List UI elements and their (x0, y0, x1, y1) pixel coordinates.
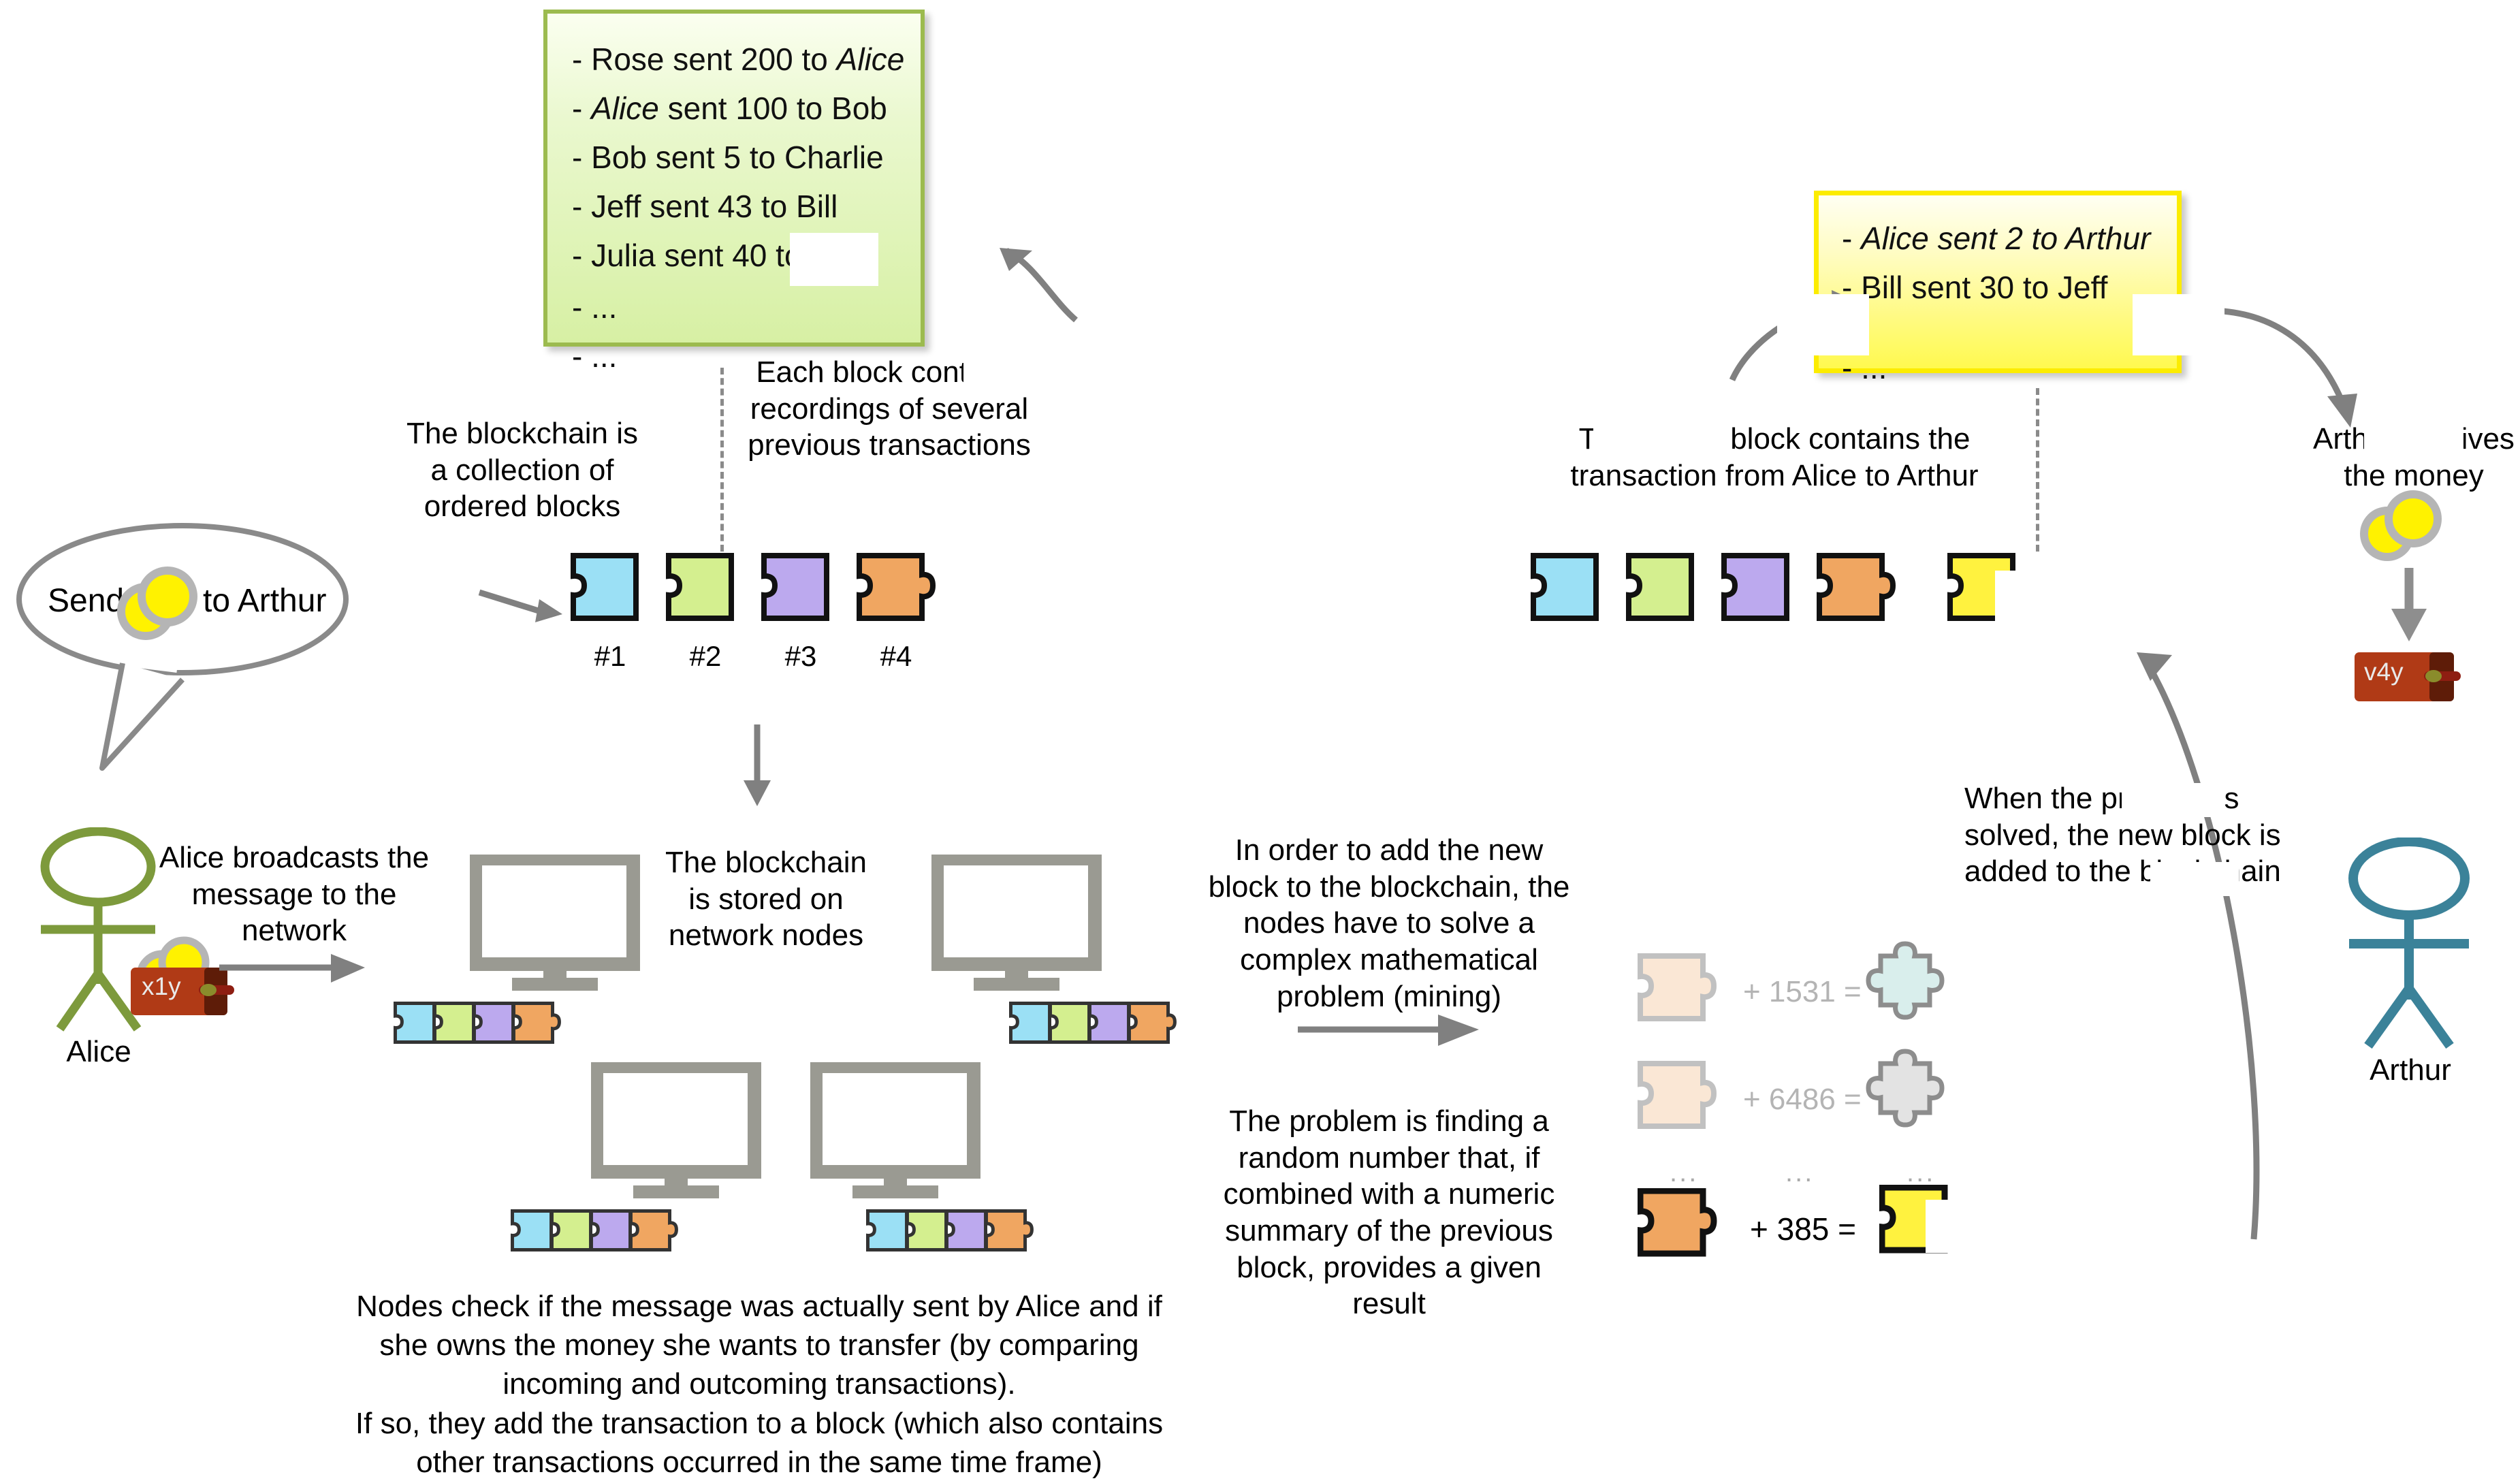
mining-ellipsis-1: ... (1670, 1158, 1699, 1187)
green-transaction-block: - Rose sent 200 to Alice - Alice sent 10… (543, 10, 925, 372)
network-node-monitor-3 (591, 1062, 761, 1198)
chain-left-label-3: #3 (784, 640, 817, 672)
mining-result-piece-1 (1866, 941, 1961, 1036)
yellow-tx-2: - ... (1842, 350, 1887, 385)
speech-bubble (16, 523, 349, 771)
label-mining-problem: In order to add the new block to the blo… (1208, 833, 1570, 1013)
arrow-solved-to-chain (2137, 652, 2260, 1240)
arrow-to-block-1 (478, 589, 562, 622)
arthur-name-label: Arthur (2370, 1053, 2451, 1087)
chain-right-block-1 (1531, 553, 1610, 632)
occluder-right-chain (1995, 571, 2058, 621)
chain-left-label-1: #1 (594, 640, 626, 672)
coin-icon-arthur (2360, 490, 2442, 561)
occluder-added-block-text (1593, 422, 1729, 462)
arrow-mining (1298, 1015, 1479, 1046)
network-node-monitor-4 (810, 1062, 980, 1198)
chain-left-block-1 (571, 553, 650, 632)
green-tx-2: - Bob sent 5 to Charlie (572, 140, 884, 175)
chain-right-block-3 (1721, 553, 1800, 632)
mining-input-piece-3 (1638, 1188, 1733, 1267)
mini-chain-3 (511, 1205, 681, 1270)
mining-input-piece-2 (1638, 1061, 1733, 1140)
arthur-wallet-label: v4y (2364, 658, 2404, 686)
network-node-monitor-1 (470, 855, 640, 991)
mining-nonce-3: + 385 = (1750, 1211, 1857, 1247)
green-tx-5: - ... (572, 289, 618, 325)
mining-nonce-2: + 6486 = (1743, 1083, 1862, 1116)
arrow-alice-broadcasts (219, 954, 365, 983)
network-node-monitor-2 (931, 855, 1102, 991)
caption-nodes-check: Nodes check if the message was actually … (355, 1290, 1164, 1479)
alice-name-label: Alice (66, 1035, 131, 1068)
arrow-chain-to-nodes (744, 724, 771, 806)
chain-left-label-4: #4 (880, 640, 912, 672)
yellow-transaction-block: - Alice sent 2 to Arthur - Bill sent 30 … (1814, 191, 2182, 383)
arrow-coins-to-wallet (2391, 568, 2427, 641)
label-blockchain-collection: The blockchain is a collection of ordere… (406, 417, 638, 524)
alice-wallet-label: x1y (142, 972, 181, 1000)
yellow-tx-1: - Bill sent 30 to Jeff (1842, 270, 2108, 305)
speech-text-after: to Arthur (203, 583, 327, 619)
speech-text-before: Send (48, 583, 125, 619)
green-tx-0: - Rose sent 200 to Alice (572, 42, 905, 77)
coin-icon-speech (117, 567, 197, 640)
occluder-green-note (790, 233, 878, 286)
mini-chain-2 (1009, 998, 1179, 1062)
occluder-added-block-text-2 (1992, 460, 2030, 496)
arrow-to-green-note (1000, 248, 1078, 323)
green-tx-3: - Jeff sent 43 to Bill (572, 189, 838, 224)
mining-ellipsis-3: ... (1907, 1158, 1936, 1187)
occluder-each-block-text (963, 354, 1038, 389)
mining-ellipsis-2: ... (1785, 1158, 1815, 1187)
occluder-problem-solved-1 (2122, 783, 2224, 817)
label-stored-on-nodes: The blockchain is stored on network node… (665, 846, 867, 953)
occluder-problem-solved-2 (2150, 862, 2239, 896)
mini-chain-1 (394, 998, 564, 1062)
mining-input-piece-1 (1638, 953, 1733, 1032)
arrow-yellow-to-arthur (2203, 307, 2357, 428)
mining-result-piece-2 (1866, 1049, 1961, 1144)
occluder-arthur-receives (2364, 422, 2463, 459)
chain-right-block-4 (1817, 553, 1912, 632)
yellow-tx-0: - Alice sent 2 to Arthur (1842, 221, 2151, 256)
occluder-yellow-right (2133, 294, 2224, 355)
chain-left-block-4 (857, 553, 952, 632)
occluder-mining-result (1926, 1200, 1976, 1253)
chain-left-label-2: #2 (689, 640, 722, 672)
label-alice-broadcasts: Alice broadcasts the message to the netw… (159, 841, 430, 948)
arthur-figure (2348, 838, 2470, 1049)
dashed-connector-left (720, 368, 724, 552)
mining-nonce-1: + 1531 = (1743, 975, 1862, 1008)
green-tx-1: - Alice sent 100 to Bob (572, 91, 887, 126)
occluder-yellow-left (1777, 294, 1869, 355)
chain-left-block-2 (666, 553, 745, 632)
chain-left-block-3 (761, 553, 840, 632)
chain-right-block-2 (1626, 553, 1705, 632)
label-mining-detail: The problem is finding a random number t… (1223, 1104, 1555, 1321)
mini-chain-4 (866, 1205, 1036, 1270)
label-added-block-contains: The added block contains the transaction… (1570, 422, 1979, 492)
